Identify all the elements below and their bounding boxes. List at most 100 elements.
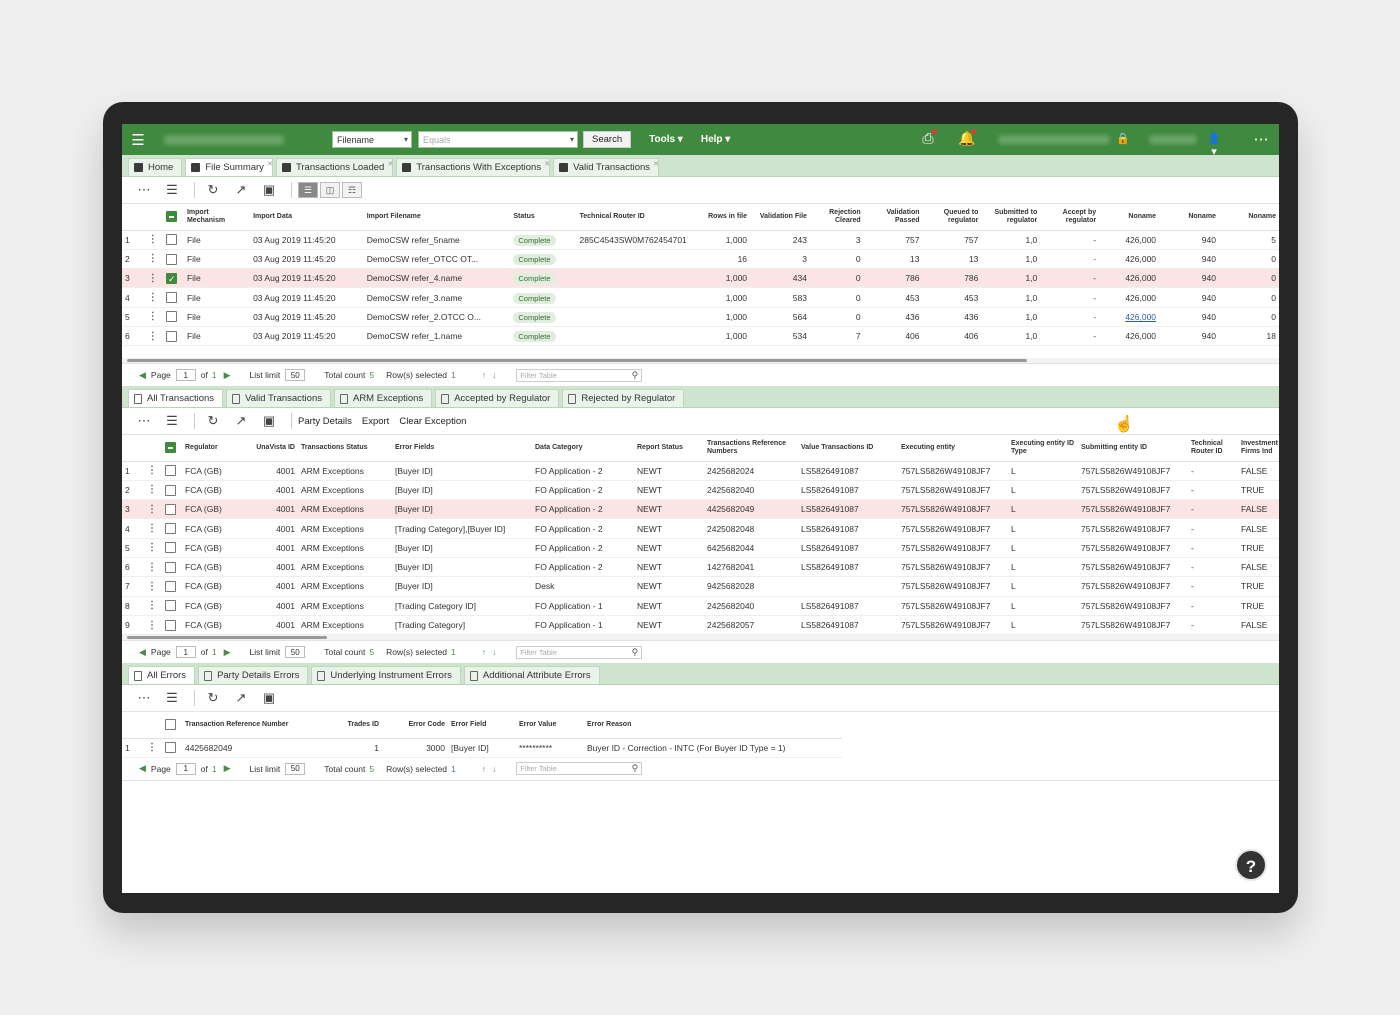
table-row[interactable]: 2 ⋮ File 03 Aug 2019 11:45:20 DemoCSW refer_…: [122, 249, 1279, 270]
column-header[interactable]: Transaction Reference Number: [182, 712, 322, 739]
delete-icon[interactable]: ▣: [257, 688, 281, 708]
tab-rejected-by-regulator[interactable]: Rejected by Regulator: [562, 389, 685, 407]
more-icon[interactable]: ⋯: [132, 411, 156, 431]
row-checkbox[interactable]: [166, 234, 178, 246]
help-menu[interactable]: Help ▾: [701, 134, 730, 145]
column-header[interactable]: Regulator: [182, 435, 244, 462]
open-external-icon[interactable]: ↗: [229, 180, 253, 200]
column-header[interactable]: Validation File: [750, 204, 810, 231]
table-row[interactable]: 5 ⋮ File 03 Aug 2019 11:45:20 DemoCSW refer_…: [122, 307, 1279, 327]
row-menu-icon[interactable]: ⋮: [148, 331, 158, 342]
row-menu-icon[interactable]: ⋮: [147, 484, 157, 495]
user-icon[interactable]: 👤▾: [1205, 132, 1223, 158]
export-button[interactable]: Export: [362, 416, 389, 427]
clear-exception-button[interactable]: Clear Exception: [399, 416, 466, 427]
column-header[interactable]: Import Data: [250, 204, 364, 231]
party-details-button[interactable]: Party Details: [298, 416, 352, 427]
row-menu-icon[interactable]: ⋮: [148, 234, 158, 245]
filter-field-select[interactable]: Filename ▾: [332, 131, 412, 148]
row-checkbox[interactable]: [165, 484, 176, 496]
export-notification-icon[interactable]: ⎙: [919, 129, 937, 148]
list-limit-input[interactable]: 50: [285, 369, 306, 381]
next-page-icon[interactable]: ▶: [224, 370, 231, 381]
tab-transactions-with-exceptions[interactable]: Transactions With Exceptions ✕: [396, 158, 551, 176]
column-header[interactable]: Import Mechanism: [183, 204, 251, 231]
apps-grid-icon[interactable]: ⋯: [1252, 130, 1270, 148]
search-button[interactable]: Search: [583, 131, 632, 148]
open-external-icon[interactable]: ↗: [229, 688, 253, 708]
column-header[interactable]: Error Value: [516, 712, 584, 739]
page-input[interactable]: 1: [175, 646, 196, 658]
select-all-checkbox[interactable]: [166, 211, 178, 223]
row-checkbox[interactable]: [165, 523, 176, 535]
row-menu-icon[interactable]: ⋮: [147, 620, 157, 631]
column-header[interactable]: Error Field: [448, 712, 516, 739]
row-checkbox[interactable]: [165, 581, 176, 593]
table-row[interactable]: 2 ⋮ FCA (GB) 4001 ARM Exceptions [Buyer ID] FO…: [122, 480, 1279, 501]
table-row[interactable]: 8 ⋮ FCA (GB) 4001 ARM Exceptions [Trading Cat…: [122, 596, 1279, 616]
more-icon[interactable]: ⋯: [132, 180, 156, 200]
filter-operator-select[interactable]: Equals ▾: [418, 131, 578, 148]
scrollbar-thumb[interactable]: [127, 636, 327, 639]
row-checkbox[interactable]: [165, 619, 176, 631]
row-checkbox[interactable]: [166, 253, 178, 265]
select-all-checkbox[interactable]: [165, 442, 176, 454]
tab-additional-attribute-errors[interactable]: Additional Attribute Errors: [463, 666, 600, 684]
column-header[interactable]: Noname: [1218, 204, 1279, 231]
tab-all-transactions[interactable]: All Transactions: [128, 389, 224, 407]
sort-arrows-icon[interactable]: ↑↓: [482, 647, 503, 657]
filter-icon[interactable]: ☰: [160, 180, 184, 200]
list-view-icon[interactable]: ☰: [298, 182, 318, 198]
column-header[interactable]: Error Fields: [392, 435, 532, 462]
open-external-icon[interactable]: ↗: [229, 411, 253, 431]
row-menu-icon[interactable]: ⋮: [147, 742, 157, 753]
tab-transactions-loaded[interactable]: Transactions Loaded ✕: [275, 158, 394, 176]
column-header[interactable]: Data Category: [532, 435, 634, 462]
row-checkbox[interactable]: [165, 561, 176, 573]
row-menu-icon[interactable]: ⋮: [148, 292, 158, 303]
close-icon[interactable]: ✕: [544, 160, 550, 168]
horizontal-scrollbar[interactable]: [122, 358, 1279, 363]
list-limit-input[interactable]: 50: [285, 646, 306, 658]
tab-party-details-errors[interactable]: Party Details Errors: [198, 666, 309, 684]
prev-page-icon[interactable]: ◀: [139, 763, 146, 774]
row-checkbox[interactable]: [166, 292, 178, 304]
table-row[interactable]: 9 ⋮ FCA (GB) 4001 ARM Exceptions [Trading Cat…: [122, 615, 1279, 635]
horizontal-scrollbar[interactable]: [122, 635, 1279, 640]
page-input[interactable]: 1: [175, 762, 196, 775]
tab-accepted-by-regulator[interactable]: Accepted by Regulator: [435, 389, 560, 407]
filter-icon[interactable]: ☰: [160, 688, 184, 708]
row-checkbox[interactable]: ✓: [166, 272, 178, 284]
column-header[interactable]: Submitted to regulator: [981, 204, 1041, 231]
row-checkbox[interactable]: [165, 542, 176, 554]
row-checkbox[interactable]: [165, 742, 176, 754]
help-button[interactable]: ?: [1235, 849, 1267, 881]
refresh-icon[interactable]: ↻: [201, 180, 225, 200]
sort-arrows-icon[interactable]: ↑↓: [482, 370, 503, 380]
column-header[interactable]: UnaVista ID: [244, 435, 298, 462]
table-row[interactable]: 1 ⋮ File 03 Aug 2019 11:45:20 DemoCSW refer_…: [122, 230, 1279, 250]
column-header[interactable]: Submitting entity ID: [1078, 435, 1188, 462]
column-header[interactable]: Noname: [1159, 204, 1219, 231]
bell-icon[interactable]: 🔔: [958, 129, 976, 148]
filter-table-input[interactable]: Filter Table ⚲: [516, 645, 643, 659]
column-header[interactable]: Executing entity ID Type: [1008, 435, 1078, 462]
row-menu-icon[interactable]: ⋮: [147, 600, 157, 611]
refresh-icon[interactable]: ↻: [201, 688, 225, 708]
table-row[interactable]: 7 ⋮ FCA (GB) 4001 ARM Exceptions [Buyer ID] De…: [122, 576, 1279, 597]
row-menu-icon[interactable]: ⋮: [148, 253, 158, 264]
row-menu-icon[interactable]: ⋮: [148, 273, 158, 284]
next-page-icon[interactable]: ▶: [224, 763, 231, 774]
tab-home[interactable]: Home: [128, 158, 183, 176]
row-menu-icon[interactable]: ⋮: [147, 523, 157, 534]
tab-underlying-instrument-errors[interactable]: Underlying Instrument Errors: [311, 666, 461, 684]
column-header[interactable]: Report Status: [634, 435, 704, 462]
table-row[interactable]: 1 ⋮ FCA (GB) 4001 ARM Exceptions [Buyer ID] FO…: [122, 461, 1279, 481]
filter-table-input[interactable]: Filter Table ⚲: [516, 762, 643, 775]
column-header[interactable]: Transactions Reference Numbers: [704, 435, 798, 462]
row-menu-icon[interactable]: ⋮: [147, 581, 157, 592]
tab-valid-transactions-sub[interactable]: Valid Transactions: [226, 389, 331, 407]
table-row[interactable]: 6 ⋮ FCA (GB) 4001 ARM Exceptions [Buyer ID] FO…: [122, 557, 1279, 578]
row-checkbox[interactable]: [166, 311, 178, 323]
next-page-icon[interactable]: ▶: [224, 647, 231, 658]
